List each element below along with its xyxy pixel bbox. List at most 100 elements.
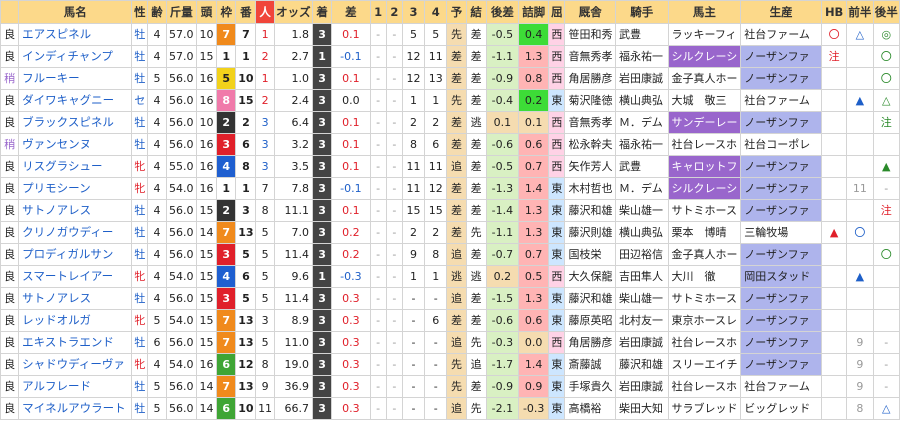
table-row[interactable]: 良レッドオルガ牝 5 54.0 15 7 13 3 8.9 3 0.3- - -6 差差 -0.6 0.6 東… bbox=[0, 309, 900, 332]
owner-link[interactable]: 金子真人ホー bbox=[667, 67, 742, 90]
table-row[interactable]: 良インディチャンプ牡 4 57.0 15 1 1 2 2.7 1 -0.1- -12 11 差差 -1.1… bbox=[0, 45, 900, 68]
column-header[interactable]: 馬名 bbox=[18, 0, 133, 24]
horse-name-link[interactable]: プロディガルサン bbox=[18, 243, 133, 266]
jockey-link[interactable]: 武豊 bbox=[614, 23, 669, 46]
column-header[interactable]: 予 bbox=[446, 0, 467, 24]
jockey-link[interactable]: 藤沢和雄 bbox=[614, 353, 669, 376]
column-header[interactable]: 枠 bbox=[216, 0, 237, 24]
breeder-link[interactable]: ノーザンファ bbox=[740, 331, 823, 354]
trainer-link[interactable]: 矢作芳人 bbox=[564, 155, 616, 178]
jockey-link[interactable]: 柴山雄一 bbox=[614, 287, 669, 310]
column-header[interactable]: 人 bbox=[255, 0, 275, 24]
table-row[interactable]: 良シャドウディーヴァ牝 4 54.0 16 6 12 8 19.0 3 0.3- - - - 先追 -1.7… bbox=[0, 353, 900, 376]
horse-name-link[interactable]: ヴァンセンヌ bbox=[18, 133, 133, 156]
trainer-link[interactable]: 角居勝彦 bbox=[564, 331, 616, 354]
column-header[interactable]: 齢 bbox=[147, 0, 167, 24]
column-header[interactable]: 2 bbox=[385, 0, 403, 24]
breeder-link[interactable]: ビッグレッド bbox=[740, 397, 823, 420]
table-row[interactable]: 良プリモシーン牝 4 54.0 16 1 1 7 7.8 3 -0.1- -11 12 差差 -1.3 1.… bbox=[0, 177, 900, 200]
table-row[interactable]: 良エアスピネル牡 4 57.0 10 7 7 1 1.8 3 0.1- -5 5 先差 -0.5 0.4 西笹… bbox=[0, 23, 900, 46]
column-header[interactable]: 番 bbox=[235, 0, 257, 24]
column-header[interactable]: 詰脚 bbox=[518, 0, 550, 24]
breeder-link[interactable]: 社台ファーム bbox=[740, 375, 823, 398]
table-row[interactable]: 良ブラックスピネル牡 4 56.0 10 2 2 3 6.4 3 0.1- -2 2 差逃 0.1 0.1 西… bbox=[0, 111, 900, 134]
owner-link[interactable]: 社台レースホ bbox=[667, 375, 742, 398]
table-row[interactable]: 良エキストラエンド牡 6 56.0 15 7 13 5 11.0 3 0.3- - - - 追先 -0.3 0… bbox=[0, 331, 900, 354]
breeder-link[interactable]: ノーザンファ bbox=[740, 155, 823, 178]
column-header[interactable]: 着 bbox=[312, 0, 333, 24]
column-header[interactable]: 騎手 bbox=[614, 0, 669, 24]
horse-name-link[interactable]: プリモシーン bbox=[18, 177, 133, 200]
trainer-link[interactable]: 藤沢和雄 bbox=[564, 199, 616, 222]
jockey-link[interactable]: Ｍ．デム bbox=[614, 111, 669, 134]
column-header[interactable]: 頭 bbox=[195, 0, 218, 24]
trainer-link[interactable]: 笹田和秀 bbox=[564, 23, 616, 46]
trainer-link[interactable]: 高橋裕 bbox=[564, 397, 616, 420]
breeder-link[interactable]: ノーザンファ bbox=[740, 353, 823, 376]
trainer-link[interactable]: 藤沢則雄 bbox=[564, 221, 616, 244]
column-header[interactable]: 厩舎 bbox=[564, 0, 616, 24]
trainer-link[interactable]: 角居勝彦 bbox=[564, 67, 616, 90]
owner-link[interactable]: 社台レースホ bbox=[667, 133, 742, 156]
column-header[interactable]: 差 bbox=[331, 0, 371, 24]
column-header[interactable]: 1 bbox=[369, 0, 387, 24]
horse-name-link[interactable]: シャドウディーヴァ bbox=[18, 353, 133, 376]
breeder-link[interactable]: 三輪牧場 bbox=[740, 221, 823, 244]
owner-link[interactable]: サンデーレー bbox=[667, 111, 742, 134]
column-header[interactable]: 前半 bbox=[846, 0, 874, 24]
trainer-link[interactable]: 藤原英昭 bbox=[564, 309, 616, 332]
horse-name-link[interactable]: サトノアレス bbox=[18, 199, 133, 222]
jockey-link[interactable]: 北村友一 bbox=[614, 309, 669, 332]
jockey-link[interactable]: 横山典弘 bbox=[614, 89, 669, 112]
jockey-link[interactable]: 柴田大知 bbox=[614, 397, 669, 420]
trainer-link[interactable]: 音無秀孝 bbox=[564, 45, 616, 68]
horse-name-link[interactable]: マイネルアウラート bbox=[18, 397, 133, 420]
trainer-link[interactable]: 松永幹夫 bbox=[564, 133, 616, 156]
jockey-link[interactable]: 吉田隼人 bbox=[614, 265, 669, 288]
trainer-link[interactable]: 藤沢和雄 bbox=[564, 287, 616, 310]
owner-link[interactable]: シルクレーシ bbox=[667, 45, 742, 68]
table-row[interactable]: 良サトノアレス牡 4 56.0 15 3 5 5 11.4 3 0.3- - - - 追差 -1.5 1.3 東… bbox=[0, 287, 900, 310]
breeder-link[interactable]: ノーザンファ bbox=[740, 243, 823, 266]
owner-link[interactable]: スリーエイチ bbox=[667, 353, 742, 376]
horse-name-link[interactable]: リスグラシュー bbox=[18, 155, 133, 178]
jockey-link[interactable]: 岩田康誠 bbox=[614, 331, 669, 354]
owner-link[interactable]: 社台レースホ bbox=[667, 331, 742, 354]
column-header[interactable]: 3 bbox=[401, 0, 426, 24]
horse-name-link[interactable]: インディチャンプ bbox=[18, 45, 133, 68]
jockey-link[interactable]: 福永祐一 bbox=[614, 133, 669, 156]
breeder-link[interactable]: ノーザンファ bbox=[740, 287, 823, 310]
owner-link[interactable]: サラブレッド bbox=[667, 397, 742, 420]
column-header[interactable]: 生産 bbox=[740, 0, 823, 24]
horse-name-link[interactable]: ブラックスピネル bbox=[18, 111, 133, 134]
jockey-link[interactable]: 岩田康誠 bbox=[614, 375, 669, 398]
table-row[interactable]: 良スマートレイアー牝 4 54.0 15 4 6 5 9.6 1 -0.3- -1 1 逃逃 0.2 0.5… bbox=[0, 265, 900, 288]
owner-link[interactable]: キャロットフ bbox=[667, 155, 742, 178]
owner-link[interactable]: サトミホース bbox=[667, 199, 742, 222]
breeder-link[interactable]: ノーザンファ bbox=[740, 309, 823, 332]
table-row[interactable]: 良プロディガルサン牡 4 56.0 15 3 5 5 11.4 3 0.2- -9 8 追差 -0.7 0.… bbox=[0, 243, 900, 266]
trainer-link[interactable]: 音無秀孝 bbox=[564, 111, 616, 134]
column-header[interactable]: 結 bbox=[465, 0, 487, 24]
jockey-link[interactable]: 横山典弘 bbox=[614, 221, 669, 244]
breeder-link[interactable]: ノーザンファ bbox=[740, 199, 823, 222]
column-header[interactable]: 後差 bbox=[485, 0, 520, 24]
horse-name-link[interactable]: エキストラエンド bbox=[18, 331, 133, 354]
trainer-link[interactable]: 斎藤誠 bbox=[564, 353, 616, 376]
horse-name-link[interactable]: ダイワキャグニー bbox=[18, 89, 133, 112]
breeder-link[interactable]: 岡田スタッド bbox=[740, 265, 823, 288]
breeder-link[interactable]: 社台ファーム bbox=[740, 89, 823, 112]
table-row[interactable]: 良サトノアレス牡 4 56.0 15 2 3 8 11.1 3 0.1- -15 15 差差 -1.4 1.… bbox=[0, 199, 900, 222]
owner-link[interactable]: 金子真人ホー bbox=[667, 243, 742, 266]
column-header[interactable]: 4 bbox=[424, 0, 448, 24]
jockey-link[interactable]: 柴山雄一 bbox=[614, 199, 669, 222]
breeder-link[interactable]: ノーザンファ bbox=[740, 177, 823, 200]
column-header[interactable] bbox=[0, 0, 20, 24]
horse-name-link[interactable]: アルフレード bbox=[18, 375, 133, 398]
table-row[interactable]: 良クリノガウディー牡 4 56.0 14 7 13 5 7.0 3 0.2- -2 2 差先 -1.1 1.… bbox=[0, 221, 900, 244]
jockey-link[interactable]: 岩田康誠 bbox=[614, 67, 669, 90]
column-header[interactable]: 馬主 bbox=[667, 0, 742, 24]
horse-name-link[interactable]: フルーキー bbox=[18, 67, 133, 90]
column-header[interactable]: 後半 bbox=[872, 0, 900, 24]
column-header[interactable]: オッズ bbox=[273, 0, 314, 24]
